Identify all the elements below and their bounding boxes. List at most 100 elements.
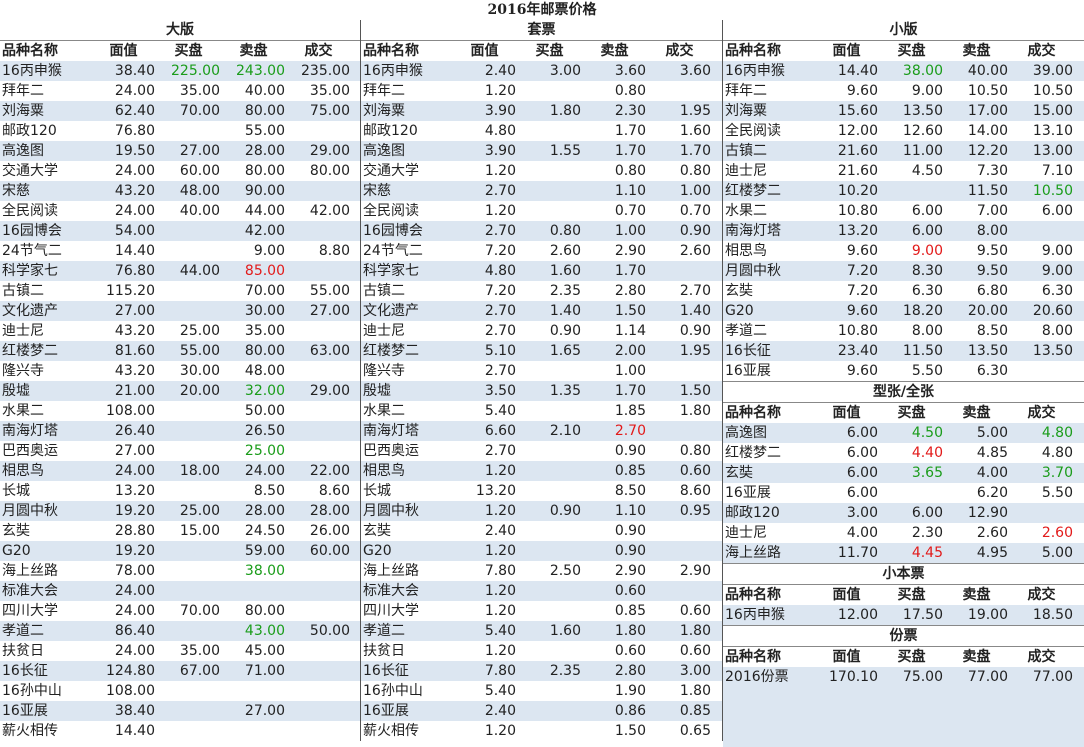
cell-deal: 13.10 xyxy=(1032,123,1073,139)
table-row: 南海灯塔 13.20 6.00 8.00 xyxy=(723,221,1084,241)
cell-deal: 10.50 xyxy=(1032,183,1073,199)
cell-deal: 0.80 xyxy=(679,163,711,179)
table-row: 隆兴寺 2.70 1.00 xyxy=(361,361,722,381)
cell-face: 62.40 xyxy=(114,103,155,119)
table-row: 孝道二 5.40 1.60 1.80 1.80 xyxy=(361,621,722,641)
table-row: 科学家七 76.80 44.00 85.00 xyxy=(0,261,360,281)
cell-deal: 15.00 xyxy=(1032,103,1073,119)
table-row: 16丙申猴 12.00 17.50 19.00 18.50 xyxy=(723,605,1084,625)
cell-ask: 9.50 xyxy=(976,263,1008,279)
cell-deal: 0.60 xyxy=(679,603,711,619)
cell-name: 16丙申猴 xyxy=(2,63,62,79)
table-row: 刘海粟 3.90 1.80 2.30 1.95 xyxy=(361,101,722,121)
cell-ask: 24.50 xyxy=(244,523,285,539)
cell-deal xyxy=(1010,221,1075,241)
cell-bid: 35.00 xyxy=(179,83,220,99)
cell-deal: 3.60 xyxy=(679,63,711,79)
cell-face: 24.00 xyxy=(114,203,155,219)
sheet-title: 2016年邮票价格 xyxy=(0,0,1084,21)
right-column: 小版 品种名称 面值 买盘 卖盘 成交 16丙申猴 14.40 38.00 40.00… xyxy=(723,20,1084,747)
cell-deal: 0.65 xyxy=(679,723,711,739)
header-name: 品种名称 xyxy=(363,43,419,59)
cell-face: 24.00 xyxy=(114,163,155,179)
cell-deal: 8.00 xyxy=(1041,323,1073,339)
cell-bid: 3.00 xyxy=(549,63,581,79)
table-row: 长城 13.20 8.50 8.60 xyxy=(361,481,722,501)
cell-ask: 80.00 xyxy=(244,603,285,619)
cell-ask: 2.70 xyxy=(614,423,646,439)
cell-face: 7.20 xyxy=(846,263,878,279)
cell-face: 10.20 xyxy=(837,183,878,199)
cell-name: G20 xyxy=(2,543,31,559)
cell-bid: 1.35 xyxy=(549,383,581,399)
cell-name: 邮政120 xyxy=(725,505,780,521)
cell-deal: 6.00 xyxy=(1041,203,1073,219)
cell-name: 月圆中秋 xyxy=(363,503,419,519)
cell-name: 四川大学 xyxy=(363,603,419,619)
cell-ask: 1.80 xyxy=(614,623,646,639)
cell-bid xyxy=(518,721,583,741)
cell-bid xyxy=(518,441,583,461)
cell-deal: 2.60 xyxy=(1041,525,1073,541)
cell-deal: 27.00 xyxy=(309,303,350,319)
cell-bid xyxy=(157,541,222,561)
table-row: 高逸图 19.50 27.00 28.00 29.00 xyxy=(0,141,360,161)
cell-face: 1.20 xyxy=(484,603,516,619)
header-bid: 买盘 xyxy=(897,587,926,603)
header-ask: 卖盘 xyxy=(600,43,629,59)
cell-ask: 85.00 xyxy=(244,263,285,279)
table-row: 迪士尼 43.20 25.00 35.00 xyxy=(0,321,360,341)
cell-bid: 15.00 xyxy=(179,523,220,539)
section-title-xiaoban: 小版 xyxy=(723,20,1084,41)
header-name: 品种名称 xyxy=(725,649,781,665)
cell-bid xyxy=(157,421,222,441)
header-ask: 卖盘 xyxy=(962,649,991,665)
table-row: 全民阅读 1.20 0.70 0.70 xyxy=(361,201,722,221)
cell-ask: 2.60 xyxy=(976,525,1008,541)
cell-face: 21.00 xyxy=(114,383,155,399)
cell-name: 交通大学 xyxy=(2,163,58,179)
header-name: 品种名称 xyxy=(725,43,781,59)
cell-face: 3.50 xyxy=(484,383,516,399)
cell-ask: 8.00 xyxy=(976,223,1008,239)
cell-ask: 38.00 xyxy=(244,563,285,579)
cell-face: 115.20 xyxy=(106,283,155,299)
table-row: 16亚展 6.00 6.20 5.50 xyxy=(723,483,1084,503)
cell-name: 16亚展 xyxy=(2,703,48,719)
cell-bid xyxy=(157,241,222,261)
table-row: 薪火相传 14.40 xyxy=(0,721,360,741)
cell-face: 9.60 xyxy=(846,303,878,319)
cell-deal: 235.00 xyxy=(301,63,350,79)
cell-name: G20 xyxy=(363,543,392,559)
cell-name: 玄奘 xyxy=(725,465,753,481)
cell-deal xyxy=(648,581,713,601)
header-bid: 买盘 xyxy=(897,405,926,421)
section-title-dabian: 大版 xyxy=(0,20,360,41)
cell-face: 13.20 xyxy=(475,483,516,499)
cell-ask: 71.00 xyxy=(244,663,285,679)
table-row: 海上丝路 7.80 2.50 2.90 2.90 xyxy=(361,561,722,581)
cell-face: 43.20 xyxy=(114,183,155,199)
cell-face: 7.80 xyxy=(484,663,516,679)
cell-deal: 3.70 xyxy=(1041,465,1073,481)
cell-name: 全民阅读 xyxy=(725,123,781,139)
header-face: 面值 xyxy=(832,43,861,59)
table-row: 红楼梦二 10.20 11.50 10.50 xyxy=(723,181,1084,201)
cell-bid xyxy=(518,681,583,701)
cell-deal: 0.95 xyxy=(679,503,711,519)
cell-name: 高逸图 xyxy=(363,143,405,159)
table-row: 古镇二 21.60 11.00 12.20 13.00 xyxy=(723,141,1084,161)
cell-ask: 1.10 xyxy=(614,503,646,519)
cell-name: 迪士尼 xyxy=(2,323,44,339)
cell-bid: 9.00 xyxy=(911,243,943,259)
cell-deal: 75.00 xyxy=(309,103,350,119)
header-face: 面值 xyxy=(109,43,138,59)
table-row: 玄奘 28.80 15.00 24.50 26.00 xyxy=(0,521,360,541)
cell-deal xyxy=(287,701,352,721)
cell-deal: 2.70 xyxy=(679,283,711,299)
cell-name: 迪士尼 xyxy=(363,323,405,339)
cell-face: 7.20 xyxy=(846,283,878,299)
table-row: 刘海粟 15.60 13.50 17.00 15.00 xyxy=(723,101,1084,121)
cell-bid xyxy=(518,161,583,181)
cell-deal xyxy=(287,601,352,621)
